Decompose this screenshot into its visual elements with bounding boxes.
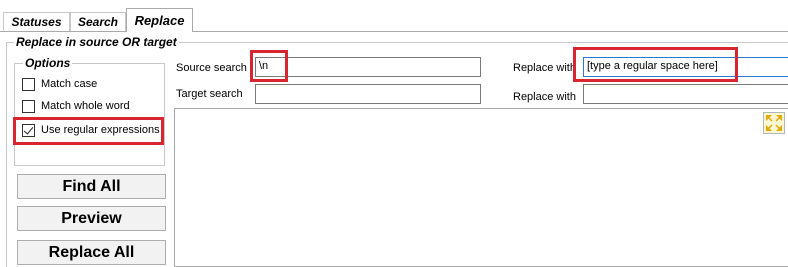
match-whole-word-checkbox[interactable] <box>22 100 35 113</box>
expand-arrows-icon[interactable] <box>763 112 785 134</box>
results-area[interactable] <box>174 108 788 267</box>
match-case-checkbox[interactable] <box>22 78 35 91</box>
find-all-button[interactable]: Find All <box>17 174 166 199</box>
replace-with-target-input[interactable] <box>583 84 788 104</box>
source-search-input[interactable]: \n <box>255 57 481 77</box>
replace-with-target-label: Replace with <box>513 91 576 103</box>
replace-all-button[interactable]: Replace All <box>17 240 166 265</box>
replace-with-source-label: Replace with <box>513 62 576 74</box>
tab-strip-divider <box>0 31 788 32</box>
match-whole-word-label: Match whole word <box>41 100 130 112</box>
tab-statuses[interactable]: Statuses <box>3 12 70 31</box>
tab-replace[interactable]: Replace <box>126 8 193 32</box>
replace-group-title: Replace in source OR target <box>14 35 179 49</box>
use-regex-highlight <box>13 117 164 145</box>
tab-search[interactable]: Search <box>70 12 126 31</box>
source-search-label: Source search <box>176 62 247 74</box>
match-case-label: Match case <box>41 78 98 90</box>
preview-button[interactable]: Preview <box>17 206 166 231</box>
replace-with-highlight <box>573 47 738 82</box>
target-search-label: Target search <box>176 88 243 100</box>
source-search-highlight <box>250 50 288 82</box>
target-search-input[interactable] <box>255 84 481 104</box>
options-group-title: Options <box>23 56 73 70</box>
